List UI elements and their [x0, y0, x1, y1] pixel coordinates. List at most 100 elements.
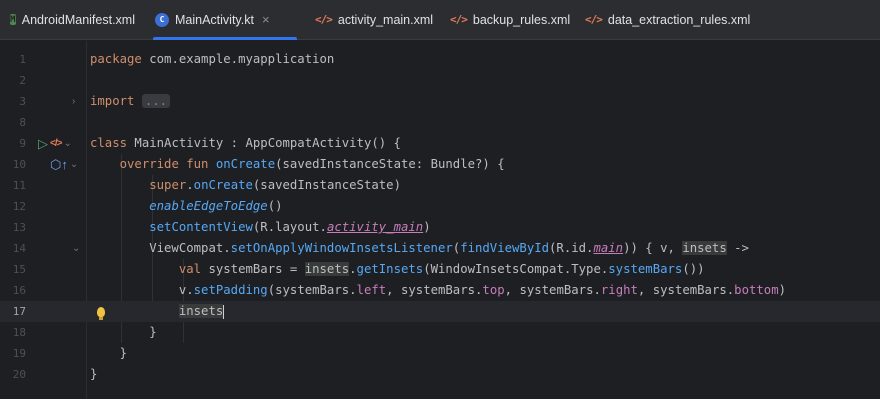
tab-label: activity_main.xml	[337, 12, 434, 27]
code-token: ())	[682, 262, 705, 276]
code-line[interactable]: 11 super.onCreate(savedInstanceState)	[0, 175, 880, 196]
code-token: package	[90, 52, 142, 66]
gutter-icons: ▷ </> ⌄	[38, 133, 72, 154]
code-line[interactable]: 16 v.setPadding(systemBars.left, systemB…	[0, 280, 880, 301]
code-token: .	[186, 178, 194, 192]
code-token: ViewCompat.	[90, 241, 231, 255]
code-token: )) { v,	[623, 241, 683, 255]
line-number: 8	[19, 116, 26, 129]
code-text: super.onCreate(savedInstanceState)	[90, 175, 401, 196]
code-line[interactable]: 9 ▷ </> ⌄ class MainActivity : AppCompatActi…	[0, 133, 880, 154]
chevron-right-icon[interactable]: ›	[72, 96, 75, 107]
code-line[interactable]: 19 }	[0, 343, 880, 364]
code-line[interactable]: 1 package com.example.myapplication	[0, 49, 880, 70]
code-line[interactable]: 14 ⌄ ViewCompat.setOnApplyWindowInsetsLis…	[0, 238, 880, 259]
close-tab-icon[interactable]: ×	[262, 12, 270, 27]
code-token: class	[90, 136, 128, 150]
line-number: 12	[12, 200, 26, 213]
code-token: (savedInstanceState)	[252, 178, 401, 192]
code-text: }	[90, 322, 157, 343]
code-token: , systemBars.	[637, 283, 735, 297]
code-text: setContentView(R.layout.activity_main)	[90, 217, 431, 238]
code-token: insets	[178, 304, 224, 318]
code-text: }	[90, 343, 127, 364]
code-token: insets	[682, 241, 727, 255]
code-token: bottom	[734, 283, 779, 297]
code-token: insets	[304, 262, 350, 276]
code-token: )	[423, 220, 431, 234]
layout-link-icon[interactable]: </>	[50, 138, 63, 149]
tab-activity-main-xml[interactable]: </> activity_main.xml	[305, 0, 440, 40]
tab-backup-rules-xml[interactable]: </> backup_rules.xml	[440, 0, 575, 40]
chevron-down-icon[interactable]: ⌄	[63, 138, 71, 149]
tab-androidmanifest-xml[interactable]: M AndroidManifest.xml	[0, 0, 145, 40]
code-text: ViewCompat.setOnApplyWindowInsetsListene…	[90, 238, 749, 259]
code-token: ()	[267, 199, 283, 213]
code-token: }	[90, 367, 98, 381]
line-number: 3	[19, 95, 26, 108]
tab-label: MainActivity.kt	[175, 12, 254, 27]
run-icon[interactable]: ▷	[38, 136, 48, 152]
code-line[interactable]: 17 insets	[0, 301, 880, 322]
code-token: (savedInstanceState: Bundle?) {	[275, 157, 505, 171]
code-line[interactable]: 3 › import ...	[0, 91, 880, 112]
code-token: , systemBars.	[386, 283, 483, 297]
code-token: .	[349, 262, 357, 276]
code-line[interactable]: 2	[0, 70, 880, 91]
code-editor[interactable]: 1 package com.example.myapplication 2 3 › imp…	[0, 41, 880, 399]
code-token: getInsets	[356, 262, 424, 276]
code-line[interactable]: 13 setContentView(R.layout.activity_main…	[0, 217, 880, 238]
code-text: }	[90, 364, 97, 385]
code-token: )	[778, 283, 786, 297]
code-token: , systemBars.	[504, 283, 601, 297]
override-icon[interactable]: ⬡↑	[50, 157, 68, 173]
code-line[interactable]: 8	[0, 112, 880, 133]
code-token: findViewById	[460, 241, 550, 255]
line-number: 11	[12, 179, 26, 192]
code-token: top	[482, 283, 505, 297]
code-token: onCreate	[193, 178, 253, 192]
chevron-down-icon[interactable]: ⌄	[70, 159, 78, 170]
code-token: right	[600, 283, 638, 297]
code-text: v.setPadding(systemBars.left, systemBars…	[90, 280, 786, 301]
xml-icon: </>	[450, 13, 468, 26]
code-token: }	[90, 325, 157, 339]
code-token: }	[90, 346, 128, 360]
line-number: 2	[19, 74, 26, 87]
code-line[interactable]: 18 }	[0, 322, 880, 343]
tab-label: data_extraction_rules.xml	[607, 12, 751, 27]
tab-data-extraction-rules-xml[interactable]: </> data_extraction_rules.xml	[575, 0, 765, 40]
code-line[interactable]: 10 ⬡↑ ⌄ override fun onCreate(savedInstanc…	[0, 154, 880, 175]
code-token: (R.id.	[549, 241, 594, 255]
code-line[interactable]: 20}	[0, 364, 880, 385]
line-number: 10	[12, 158, 26, 171]
code-token: systemBars =	[201, 262, 305, 276]
code-token: (R.layout.	[252, 220, 327, 234]
line-number: 15	[12, 263, 26, 276]
text-caret	[223, 304, 225, 319]
code-line[interactable]: 12 enableEdgeToEdge()	[0, 196, 880, 217]
line-number: 9	[19, 137, 26, 150]
code-token: override fun	[119, 157, 209, 171]
code-line[interactable]: 15 val systemBars = insets.getInsets(Win…	[0, 259, 880, 280]
code-token: setOnApplyWindowInsetsListener	[230, 241, 453, 255]
gutter-icons: ›	[72, 91, 75, 112]
line-number: 18	[12, 326, 26, 339]
folded-imports[interactable]: ...	[141, 94, 171, 108]
code-text: class MainActivity : AppCompatActivity()…	[90, 133, 401, 154]
ide-window: M AndroidManifest.xml C MainActivity.kt × </>…	[0, 0, 880, 399]
line-number: 20	[12, 368, 26, 381]
tab-mainactivity-kt[interactable]: C MainActivity.kt ×	[145, 0, 305, 40]
code-token: v.	[90, 283, 194, 297]
code-token: onCreate	[215, 157, 276, 171]
code-token: (WindowInsetsCompat.Type.	[423, 262, 609, 276]
code-token: (systemBars.	[267, 283, 357, 297]
code-text: insets	[90, 301, 225, 322]
chevron-down-icon[interactable]: ⌄	[72, 243, 80, 254]
